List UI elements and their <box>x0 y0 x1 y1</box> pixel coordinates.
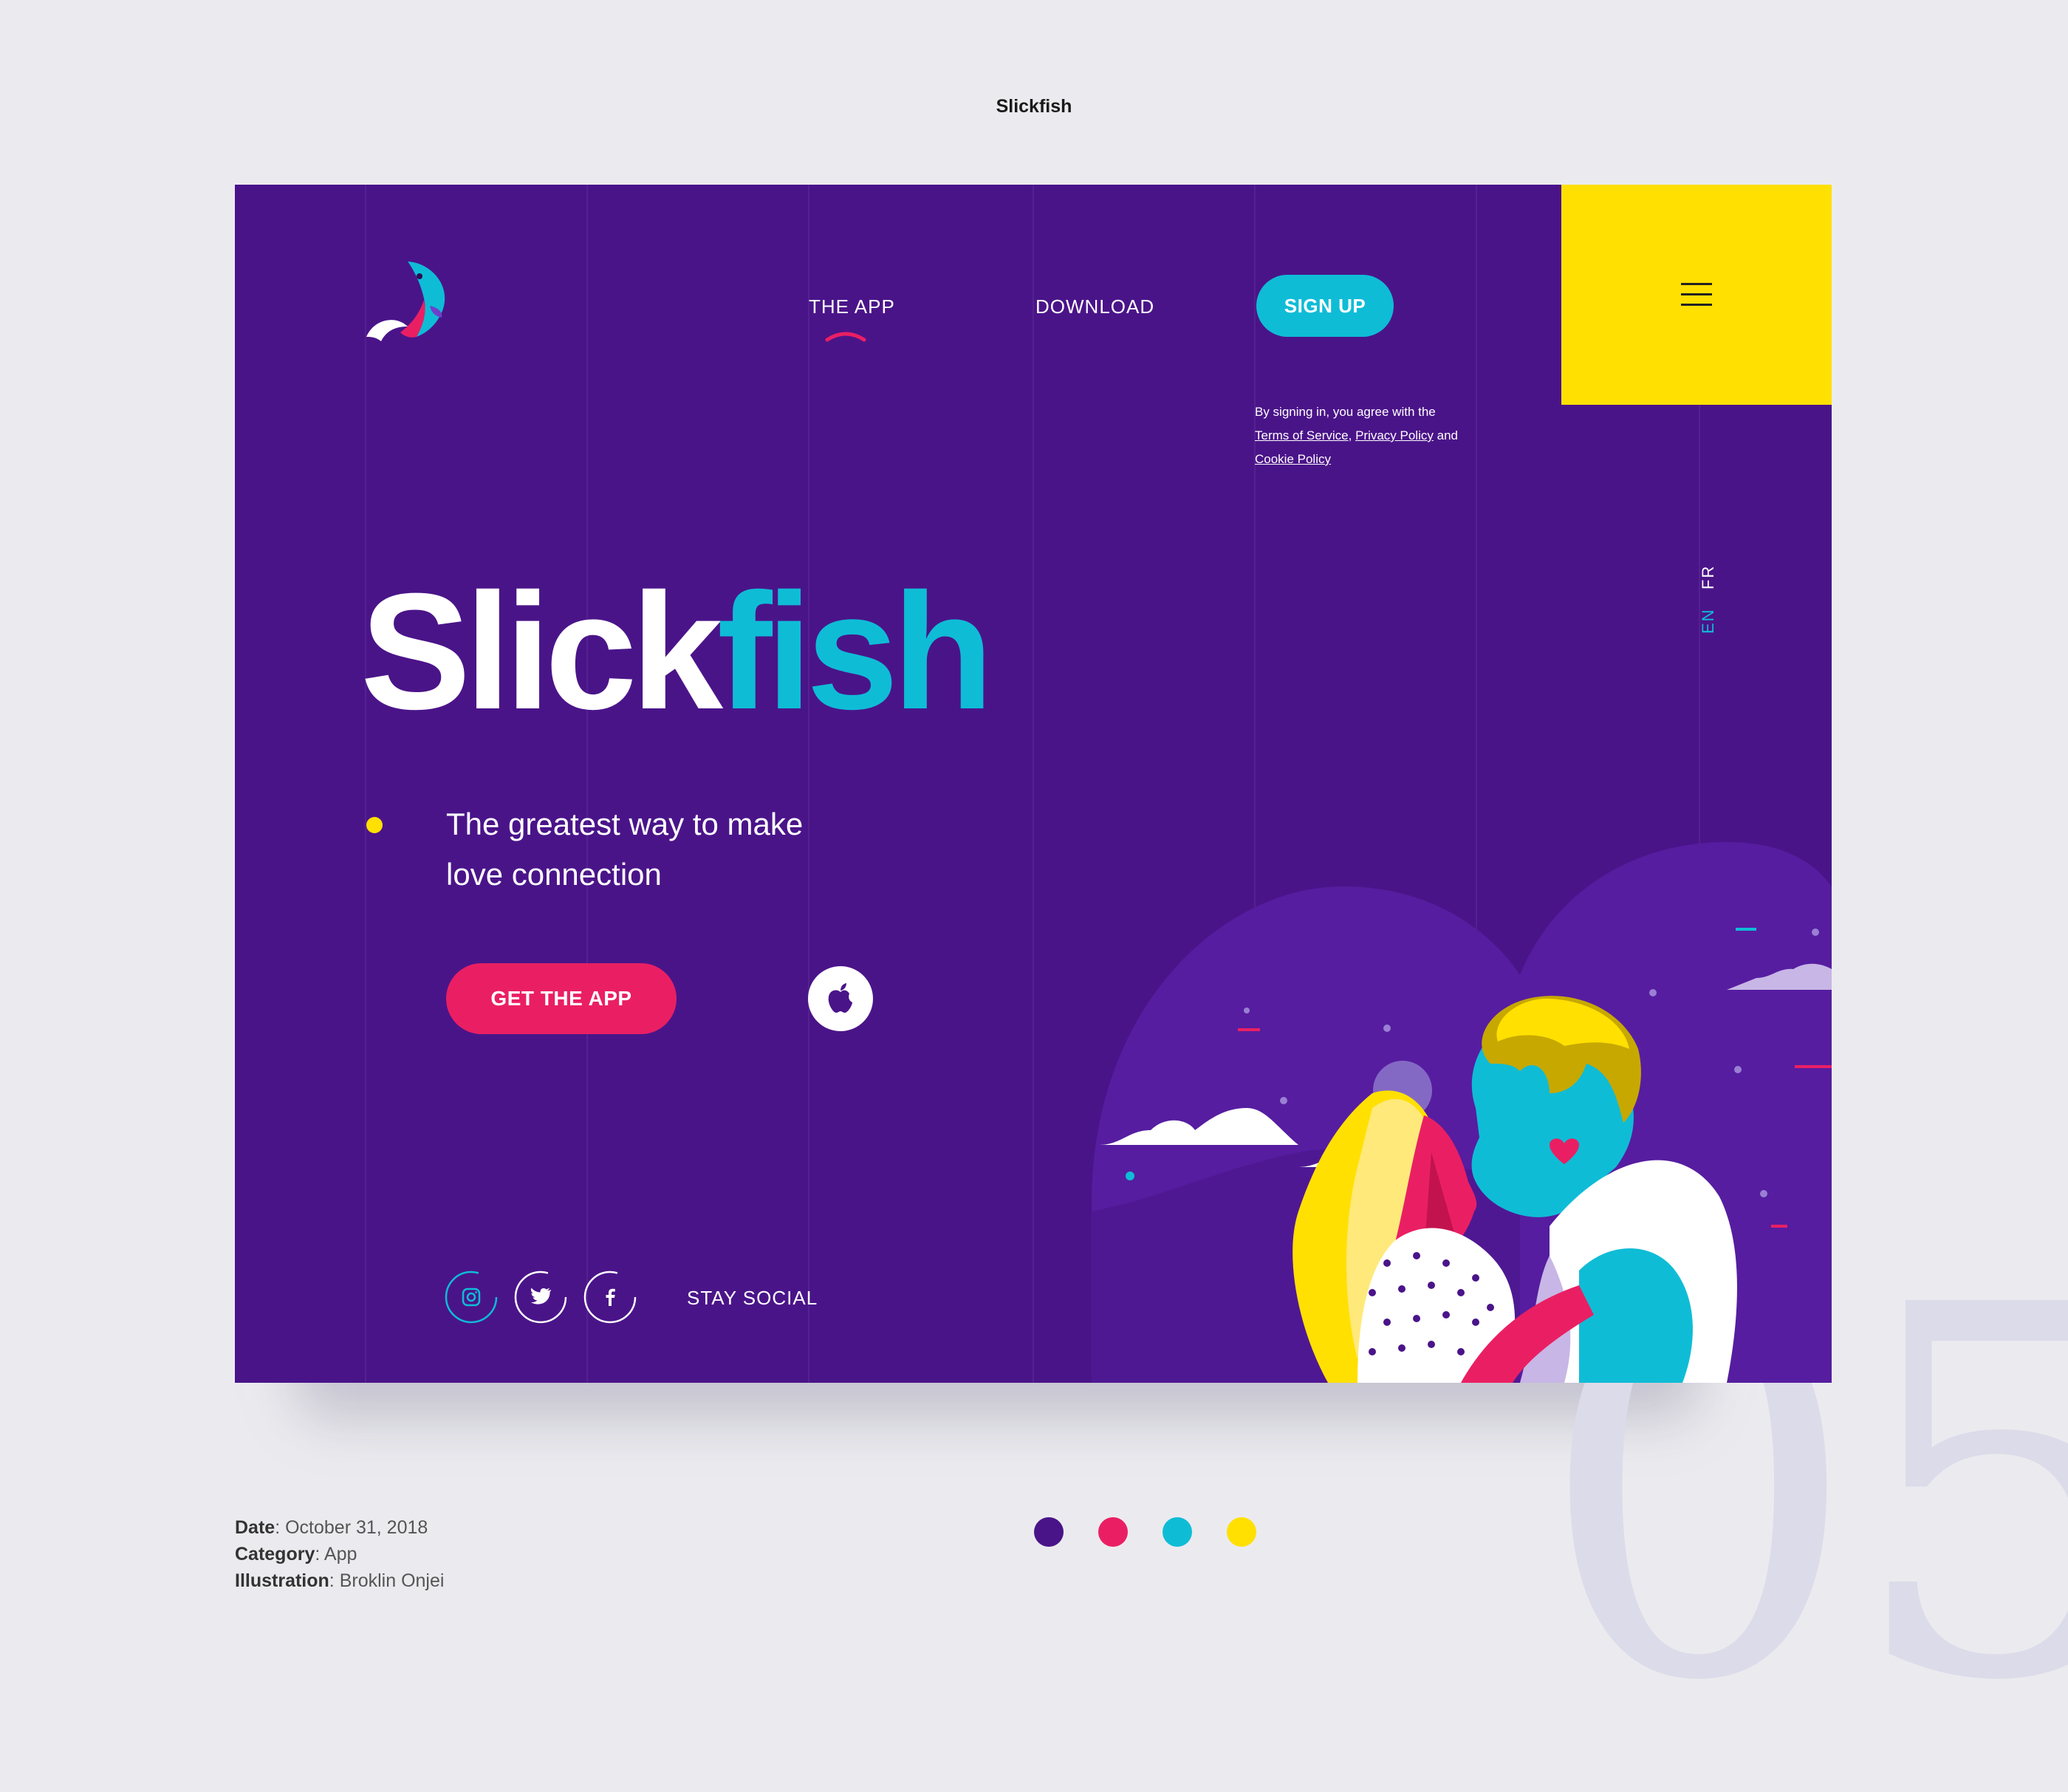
grid-line <box>808 185 809 1383</box>
sign-up-button[interactable]: SIGN UP <box>1256 275 1394 337</box>
hamburger-menu-icon[interactable] <box>1681 283 1712 307</box>
couple-illustration <box>1092 842 1832 1383</box>
legal-prefix: By signing in, you agree with the <box>1255 405 1436 419</box>
brand-part-1: Slick <box>360 559 723 744</box>
nav-the-app[interactable]: THE APP <box>809 295 895 318</box>
meta-date: Date: October 31, 2018 <box>235 1517 428 1538</box>
twitter-icon[interactable] <box>513 1269 569 1325</box>
legal-and: and <box>1437 428 1458 442</box>
tagline-bullet <box>366 817 383 833</box>
app-store-button[interactable] <box>808 966 873 1031</box>
fish-logo-icon[interactable] <box>365 256 453 344</box>
meta-category: Category: App <box>235 1544 357 1564</box>
nav-active-indicator <box>825 332 866 342</box>
tagline-line-1: The greatest way to make <box>446 807 804 841</box>
lang-fr[interactable]: FR <box>1699 565 1718 589</box>
grid-line <box>365 185 366 1383</box>
terms-link[interactable]: Terms of Service <box>1255 428 1349 442</box>
meta-illustration: Illustration: Broklin Onjei <box>235 1570 445 1591</box>
project-meta: Date: October 31, 2018 Category: App Ill… <box>235 1514 444 1594</box>
stay-social-label: STAY SOCIAL <box>687 1287 818 1309</box>
tagline-line-2: love connection <box>446 857 662 892</box>
language-switcher: EN FR <box>1685 532 1730 635</box>
grid-line <box>1033 185 1034 1383</box>
lang-en[interactable]: EN <box>1699 608 1718 634</box>
legal-separator: , <box>1348 428 1352 442</box>
hero-card: THE APP DOWNLOAD SIGN UP By signing in, … <box>235 185 1832 1383</box>
legal-notice: By signing in, you agree with the Terms … <box>1255 400 1506 471</box>
brand-wordmark: Slickfish <box>360 569 993 734</box>
page-title: Slickfish <box>996 96 1072 117</box>
color-palette <box>1034 1517 1256 1547</box>
instagram-icon[interactable] <box>443 1269 499 1325</box>
apple-icon <box>828 983 852 1013</box>
cookie-link[interactable]: Cookie Policy <box>1255 452 1331 466</box>
swatch-pink <box>1098 1517 1128 1547</box>
brand-part-2: fish <box>717 559 993 744</box>
grid-line <box>586 185 588 1383</box>
nav-download[interactable]: DOWNLOAD <box>1035 295 1154 318</box>
swatch-cyan <box>1163 1517 1192 1547</box>
menu-panel[interactable] <box>1561 185 1832 405</box>
swatch-purple <box>1034 1517 1064 1547</box>
get-the-app-button[interactable]: GET THE APP <box>446 963 677 1034</box>
privacy-link[interactable]: Privacy Policy <box>1355 428 1434 442</box>
swatch-yellow <box>1227 1517 1256 1547</box>
facebook-icon[interactable] <box>582 1269 638 1325</box>
tagline: The greatest way to make love connection <box>446 799 889 900</box>
